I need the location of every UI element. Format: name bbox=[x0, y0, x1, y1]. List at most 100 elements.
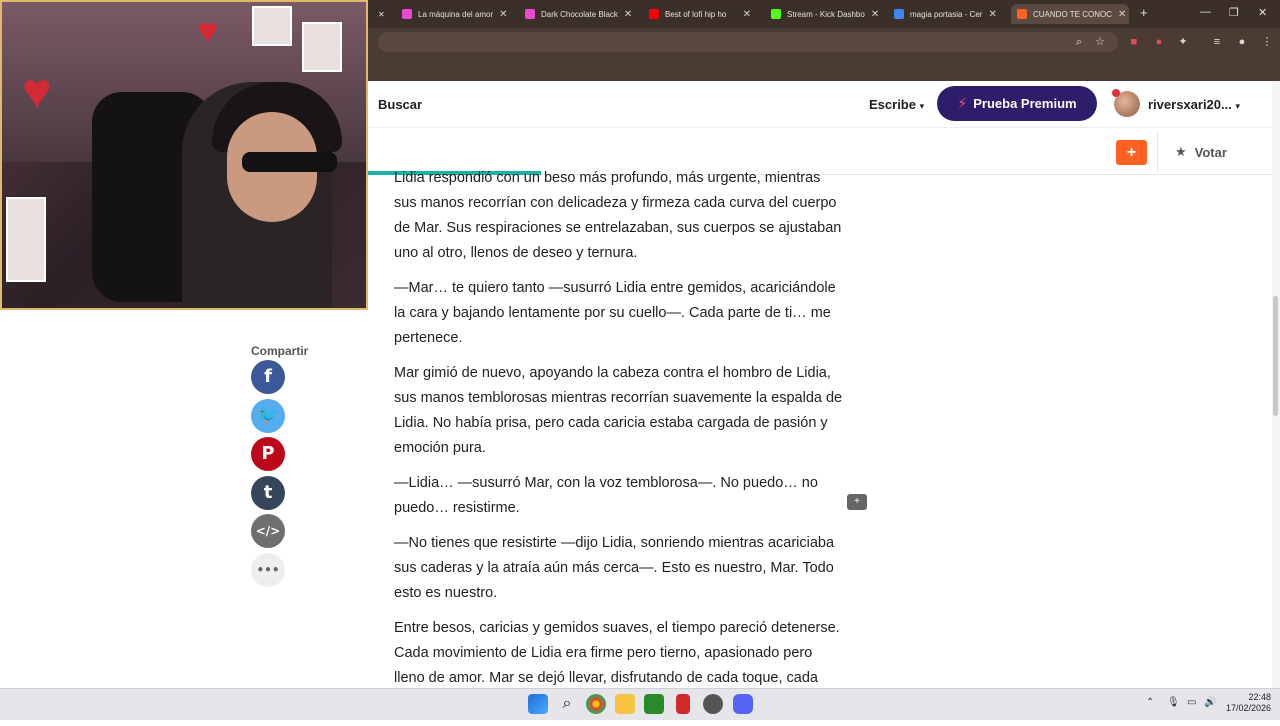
new-tab-button[interactable]: + bbox=[1140, 5, 1148, 20]
tab-title: La máquina del amor bbox=[418, 9, 494, 19]
write-menu[interactable]: Escribe ▾ bbox=[869, 97, 924, 112]
chevron-down-icon: ▾ bbox=[919, 101, 925, 111]
extension-icon[interactable]: ● bbox=[1152, 35, 1166, 49]
bolt-icon: ⚡ bbox=[957, 95, 968, 111]
paragraph: —Mar… te quiero tanto —susurró Lidia ent… bbox=[394, 280, 836, 346]
minimize-button[interactable]: — bbox=[1200, 6, 1211, 18]
search-link[interactable]: Buscar bbox=[378, 97, 422, 112]
paragraph: Lidia respondió con un beso más profundo… bbox=[394, 170, 842, 261]
minecraft-icon[interactable] bbox=[644, 694, 664, 714]
tab-title: magia portasia - Cer bbox=[910, 9, 983, 19]
media-icon[interactable]: ≡ bbox=[1210, 35, 1224, 49]
tab-favicon-icon bbox=[1017, 9, 1027, 19]
share-label: Compartir bbox=[251, 344, 309, 358]
vote-label: Votar bbox=[1194, 144, 1227, 160]
chrome-icon[interactable] bbox=[586, 694, 606, 714]
paragraph: —No tienes que resistirte —dijo Lidia, s… bbox=[394, 535, 835, 601]
tab-title: Dark Chocolate Black bbox=[541, 9, 618, 19]
clock-time: 22:48 bbox=[1248, 692, 1272, 702]
tab-favicon-icon bbox=[525, 9, 535, 19]
zoom-icon[interactable]: ⌕ bbox=[1072, 35, 1086, 49]
username-label: riversxari20... bbox=[1148, 97, 1232, 112]
more-icon: ••• bbox=[256, 562, 280, 577]
menu-icon[interactable]: ⋮ bbox=[1260, 35, 1274, 49]
divider bbox=[1157, 132, 1158, 172]
share-tumblr-button[interactable]: t bbox=[251, 475, 285, 510]
tab-favicon-icon bbox=[649, 9, 659, 19]
network-icon[interactable]: ▭ bbox=[1187, 697, 1196, 708]
share-pinterest-button[interactable]: P bbox=[251, 437, 285, 471]
obs-icon[interactable] bbox=[703, 694, 723, 714]
folder-icon[interactable] bbox=[615, 694, 635, 714]
tab-close-icon[interactable]: ✕ bbox=[493, 9, 507, 20]
profile-icon[interactable]: ● bbox=[1235, 35, 1249, 49]
extension-icon[interactable]: ■ bbox=[1127, 35, 1141, 49]
tab-title: Stream - Kick Dashbo bbox=[787, 9, 865, 19]
discord-icon[interactable] bbox=[733, 694, 753, 714]
poster bbox=[252, 6, 292, 46]
tab-close-icon[interactable]: ✕ bbox=[865, 9, 879, 20]
user-menu[interactable]: riversxari20... ▾ bbox=[1148, 97, 1240, 112]
tab-favicon-icon bbox=[771, 9, 781, 19]
facebook-icon: f bbox=[264, 366, 272, 387]
maximize-button[interactable]: ❐ bbox=[1229, 6, 1239, 19]
notification-dot bbox=[1112, 89, 1120, 97]
poster bbox=[302, 22, 342, 72]
top-nav bbox=[368, 81, 1280, 128]
heart-decoration: ♥ bbox=[197, 10, 219, 51]
browser-tab[interactable]: Dark Chocolate Black ✕ bbox=[519, 4, 633, 24]
sunglasses bbox=[242, 152, 337, 172]
star-icon: ★ bbox=[1175, 144, 1187, 159]
volume-icon[interactable]: 🔊 bbox=[1204, 697, 1216, 708]
premium-button[interactable]: ⚡ Prueba Premium bbox=[937, 86, 1097, 121]
browser-tab[interactable]: magia portasia - Cer ✕ bbox=[888, 4, 1002, 24]
bookmark-star-icon[interactable]: ☆ bbox=[1093, 35, 1107, 49]
taskbar bbox=[0, 688, 1280, 720]
scrollbar-thumb[interactable] bbox=[1273, 296, 1278, 416]
share-twitter-button[interactable]: 🐦 bbox=[251, 398, 285, 433]
paragraph: —Lidia… —susurró Mar, con la voz temblor… bbox=[394, 475, 818, 516]
share-facebook-button[interactable]: f bbox=[251, 360, 285, 394]
clock-date: 17/02/2026 bbox=[1226, 703, 1272, 713]
share-more-button[interactable]: ••• bbox=[251, 552, 285, 587]
chevron-up-icon[interactable]: ⌃ bbox=[1146, 697, 1154, 708]
start-icon[interactable] bbox=[528, 694, 548, 714]
embed-icon: </> bbox=[255, 524, 281, 538]
browser-tab[interactable]: Best of lofi hip ho ✕ bbox=[643, 4, 757, 24]
story-text: Lidia respondió con un beso más profundo… bbox=[394, 166, 844, 726]
tab-close-icon[interactable]: ✕ bbox=[1112, 9, 1126, 20]
extensions-puzzle-icon[interactable]: ✦ bbox=[1176, 35, 1190, 49]
browser-tab[interactable]: Stream - Kick Dashbo ✕ bbox=[765, 4, 879, 24]
add-to-list-button[interactable]: + bbox=[1116, 140, 1147, 165]
twitter-icon: 🐦 bbox=[256, 404, 280, 426]
microphone-icon[interactable]: 🎙 bbox=[1167, 697, 1180, 708]
browser-tab[interactable]: La máquina del amor ✕ bbox=[396, 4, 510, 24]
close-window-button[interactable]: ✕ bbox=[1258, 6, 1267, 19]
tab-title: Best of lofi hip ho bbox=[665, 9, 727, 19]
tab-close-icon[interactable]: ✕ bbox=[372, 4, 391, 24]
pinterest-icon: P bbox=[261, 443, 275, 464]
inline-comment-icon[interactable]: + bbox=[847, 494, 867, 510]
share-embed-button[interactable]: </> bbox=[251, 514, 285, 548]
bookmarks-bar bbox=[368, 56, 1280, 81]
search-icon[interactable]: ⌕ bbox=[557, 694, 577, 714]
tumblr-icon: t bbox=[263, 481, 273, 503]
app-icon[interactable] bbox=[676, 694, 690, 714]
address-input[interactable] bbox=[378, 32, 1118, 52]
poster bbox=[6, 197, 46, 282]
heart-decoration: ♥ bbox=[22, 63, 52, 119]
chevron-down-icon: ▾ bbox=[1235, 101, 1241, 111]
tab-favicon-icon bbox=[402, 9, 412, 19]
tab-title: CUANDO TE CONOC bbox=[1033, 9, 1112, 19]
paragraph: Mar gimió de nuevo, apoyando la cabeza c… bbox=[394, 365, 843, 456]
premium-label: Prueba Premium bbox=[973, 96, 1077, 111]
tab-close-icon[interactable]: ✕ bbox=[982, 9, 996, 20]
clock[interactable]: 22:48 17/02/2026 bbox=[1226, 692, 1271, 714]
write-label: Escribe bbox=[869, 97, 916, 112]
tab-close-icon[interactable]: ✕ bbox=[737, 9, 751, 20]
tab-favicon-icon bbox=[894, 9, 904, 19]
webcam-overlay: ♥ ♥ bbox=[0, 0, 368, 310]
vote-button[interactable]: ★ Votar bbox=[1175, 144, 1227, 160]
browser-tab[interactable]: CUANDO TE CONOC ✕ bbox=[1011, 4, 1129, 24]
tab-close-icon[interactable]: ✕ bbox=[618, 9, 632, 20]
